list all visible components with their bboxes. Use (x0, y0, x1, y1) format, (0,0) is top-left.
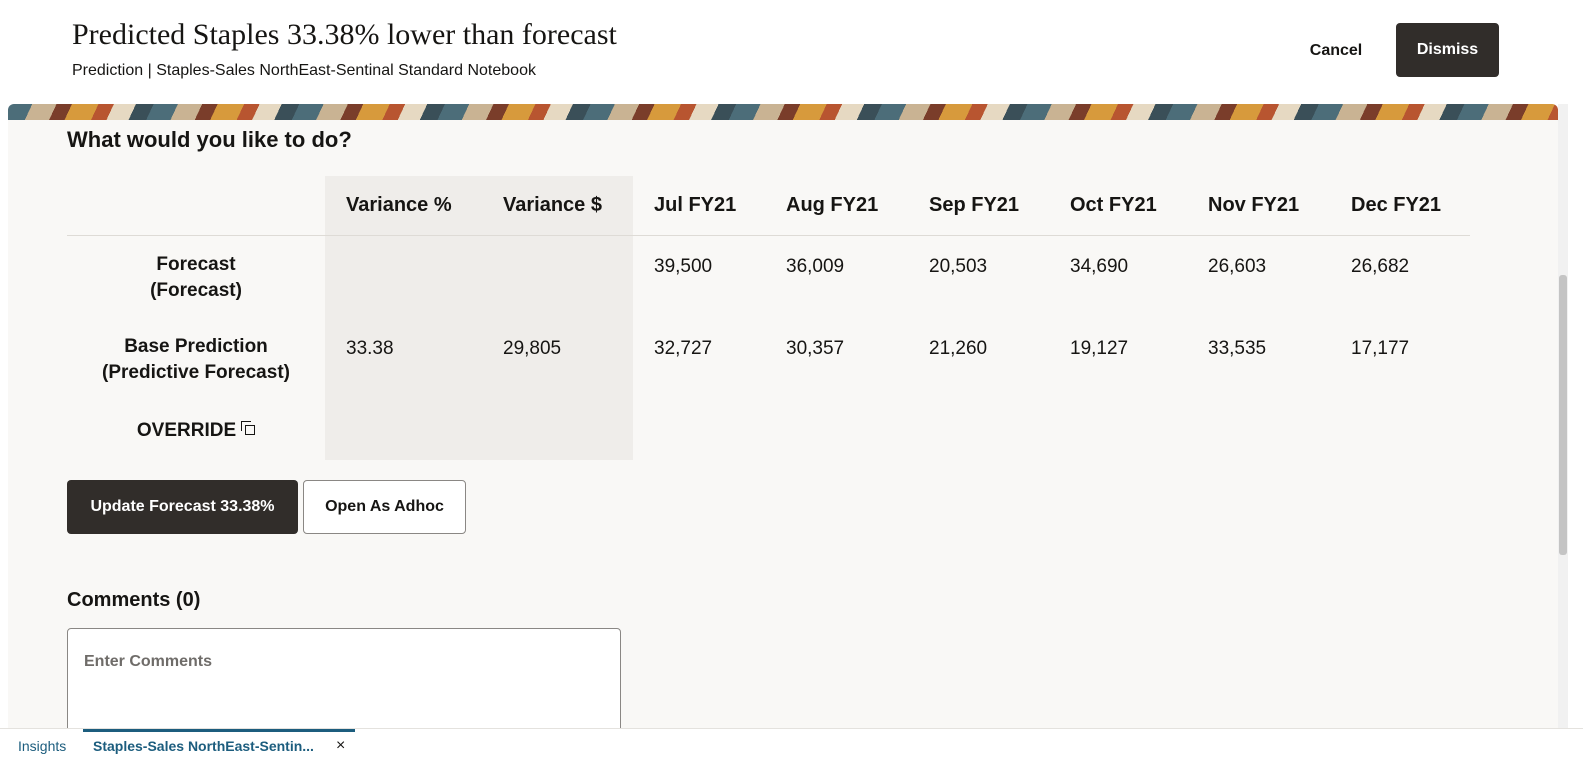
table-cell[interactable]: 19,127 (1070, 338, 1128, 360)
comments-heading: Comments (0) (67, 589, 201, 611)
column-header-oct: Oct FY21 (1070, 194, 1157, 216)
update-forecast-button[interactable]: Update Forecast 33.38% (67, 480, 298, 534)
comments-input[interactable] (82, 651, 606, 728)
table-cell[interactable]: 39,500 (654, 256, 712, 278)
comments-box (67, 628, 621, 728)
page-title: Predicted Staples 33.38% lower than fore… (72, 18, 617, 51)
column-header-dec: Dec FY21 (1351, 194, 1442, 216)
table-cell[interactable]: 34,690 (1070, 256, 1128, 278)
column-header-aug: Aug FY21 (786, 194, 879, 216)
column-header-variance-pct: Variance % (346, 194, 452, 216)
column-header-variance-amt: Variance $ (503, 194, 602, 216)
row-label-sub: (Forecast) (150, 280, 242, 301)
row-label-line: Forecast (156, 254, 236, 275)
table-cell[interactable]: 36,009 (786, 256, 844, 278)
table-cell[interactable]: 26,603 (1208, 256, 1266, 278)
table-cell[interactable]: 20,503 (929, 256, 987, 278)
table-cell: 33.38 (346, 338, 394, 359)
dialog-header: Predicted Staples 33.38% lower than fore… (0, 0, 1583, 104)
row-label-forecast: Forecast (Forecast) (67, 252, 325, 304)
row-label-line: Base Prediction (124, 336, 268, 357)
page-subtitle: Prediction | Staples-Sales NorthEast-Sen… (72, 62, 536, 79)
column-header-jul: Jul FY21 (654, 194, 737, 216)
decorative-banner (8, 104, 1558, 120)
row-label-sub: (Predictive Forecast) (102, 362, 290, 383)
row-label-base-prediction: Base Prediction (Predictive Forecast) (67, 334, 325, 386)
column-header-sep: Sep FY21 (929, 194, 1020, 216)
copy-icon[interactable] (241, 421, 256, 435)
column-header-nov: Nov FY21 (1208, 194, 1300, 216)
table-cell: 29,805 (503, 338, 562, 359)
tab-insights[interactable]: Insights (18, 738, 66, 754)
dismiss-button[interactable]: Dismiss (1396, 23, 1499, 77)
table-cell[interactable]: 26,682 (1351, 256, 1409, 278)
close-icon[interactable]: × (336, 737, 345, 755)
table-cell[interactable]: 33,535 (1208, 338, 1266, 360)
tab-label: Staples-Sales NorthEast-Sentin... (93, 738, 314, 754)
panel-heading: What would you like to do? (67, 127, 352, 152)
variance-column-highlight (325, 176, 633, 460)
open-as-adhoc-button[interactable]: Open As Adhoc (303, 480, 466, 534)
table-header-divider (67, 235, 1470, 236)
row-label-line: OVERRIDE (136, 420, 237, 441)
row-label-override: OVERRIDE (67, 418, 325, 444)
bottom-tab-bar: Insights Staples-Sales NorthEast-Sentin.… (0, 728, 1583, 765)
scrollbar-thumb[interactable] (1559, 275, 1567, 555)
table-cell[interactable]: 32,727 (654, 338, 712, 360)
table-cell[interactable]: 30,357 (786, 338, 844, 360)
tab-staples-notebook[interactable]: Staples-Sales NorthEast-Sentin... × (83, 729, 355, 765)
action-panel: What would you like to do? Variance % Va… (8, 120, 1558, 728)
table-cell[interactable]: 21,260 (929, 338, 987, 360)
table-cell[interactable]: 17,177 (1351, 338, 1409, 360)
cancel-button[interactable]: Cancel (1292, 30, 1380, 72)
